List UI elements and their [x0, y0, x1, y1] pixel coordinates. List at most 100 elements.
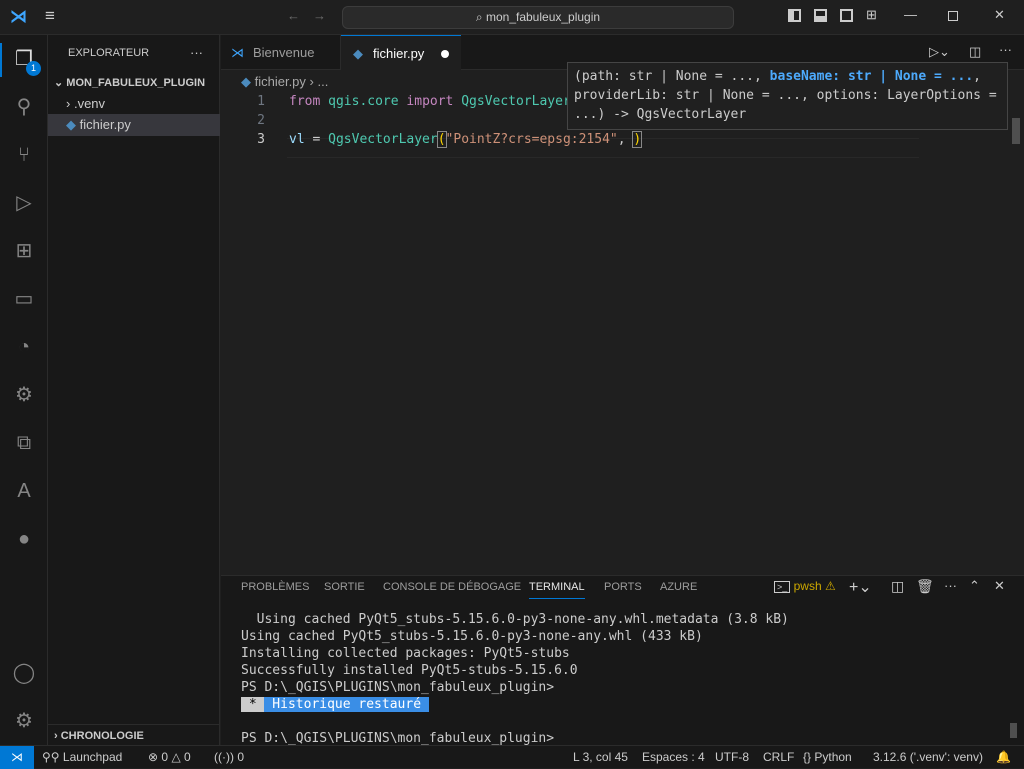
tab-terminal[interactable]: TERMINAL	[529, 581, 585, 599]
chevron-right-icon: ›	[66, 96, 74, 111]
account-icon[interactable]: ◯	[12, 661, 36, 685]
hint-text: ...) -> QgsVectorLayer	[574, 107, 747, 122]
tab-problems[interactable]: PROBLÈMES	[241, 581, 309, 593]
tab-debug-console[interactable]: CONSOLE DE DÉBOGAGE	[383, 581, 521, 593]
project-manager-icon[interactable]: ⧉	[12, 431, 36, 455]
class-name: QgsVectorLayer	[328, 132, 438, 147]
hint-text: (path: str | None = ...,	[574, 69, 770, 84]
tab-bienvenue[interactable]: ⋊ Bienvenue	[221, 35, 341, 70]
indentation[interactable]: Espaces : 4	[642, 750, 705, 764]
launchpad-button[interactable]: ⚲⚲ Launchpad	[42, 750, 122, 764]
close-icon[interactable]: ✕	[994, 7, 1005, 23]
class-name: QgsVectorLayer	[461, 94, 571, 109]
line-number: 2	[257, 113, 265, 128]
tab-fichier-py[interactable]: ◆ fichier.py	[341, 35, 461, 70]
error-count: 0	[161, 750, 169, 764]
end-of-line[interactable]: CRLF	[763, 750, 794, 764]
run-icon[interactable]: ▷⌄	[929, 44, 950, 60]
line-number: 1	[257, 94, 265, 109]
terminal-scrollbar[interactable]	[1010, 723, 1017, 738]
tab-label: Bienvenue	[253, 45, 315, 60]
terminal-prompt: PS D:\_QGIS\PLUGINS\mon_fabuleux_plugin>	[241, 731, 555, 746]
terminal-line: Using cached PyQt5_stubs-5.15.6.0-py3-no…	[241, 629, 703, 644]
toggle-secondary-sidebar-icon[interactable]	[840, 9, 853, 22]
close-panel-icon[interactable]: ✕	[994, 578, 1005, 594]
cursor-position[interactable]: L 3, col 45	[573, 750, 628, 764]
notifications-bell-icon[interactable]: 🔔	[996, 750, 1011, 764]
source-control-icon[interactable]: ⑂	[12, 143, 36, 167]
customize-layout-icon[interactable]: ⊞	[866, 7, 877, 23]
chevron-right-icon: ›	[54, 730, 61, 742]
unsaved-dot-icon[interactable]	[441, 50, 449, 58]
explorer-sidebar: EXPLORATEUR ··· ⌄ MON_FABULEUX_PLUGIN › …	[48, 35, 220, 745]
run-debug-icon[interactable]: ▷	[12, 191, 36, 215]
timeline-header[interactable]: › CHRONOLOGIE	[48, 724, 220, 746]
minimize-icon[interactable]: —	[904, 7, 917, 22]
hint-text: ,	[973, 69, 981, 84]
bottom-panel: PROBLÈMES SORTIE CONSOLE DE DÉBOGAGE TER…	[221, 575, 1024, 746]
split-terminal-icon[interactable]: ◫	[891, 578, 904, 595]
more-actions-icon[interactable]: ···	[944, 578, 957, 593]
toggle-panel-icon[interactable]	[814, 9, 827, 22]
sidebar-title: EXPLORATEUR	[68, 47, 150, 59]
test-icon[interactable]: ⚙	[12, 383, 36, 407]
remote-explorer-icon[interactable]: ▭	[12, 287, 36, 311]
azure-icon[interactable]: A	[12, 479, 36, 503]
variable: vl	[289, 132, 305, 147]
terminal-pwsh[interactable]: >_ pwsh ⚠	[774, 579, 836, 593]
editor-scrollbar[interactable]	[1012, 118, 1020, 144]
python-file-icon: ◆	[66, 117, 80, 132]
tree-item-venv[interactable]: › .venv	[48, 93, 220, 115]
folder-header[interactable]: ⌄ MON_FABULEUX_PLUGIN	[48, 73, 220, 93]
github-icon[interactable]: ●	[12, 527, 36, 551]
module: qgis.core	[328, 94, 399, 109]
tree-item-fichier[interactable]: ◆ fichier.py	[48, 114, 220, 136]
warning-icon: △	[171, 750, 181, 764]
search-label: mon_fabuleux_plugin	[485, 10, 601, 24]
maximize-panel-icon[interactable]: ⌃	[969, 578, 980, 594]
search-icon[interactable]: ⚲	[12, 95, 36, 119]
back-icon[interactable]: ←	[287, 8, 300, 23]
tree-item-label: .venv	[73, 96, 106, 111]
menu-icon[interactable]: ≡	[45, 6, 55, 26]
extensions-icon[interactable]: ⊞	[12, 239, 36, 263]
tree-item-label: fichier.py	[79, 117, 131, 132]
command-center-search[interactable]: ⌕ mon_fabuleux_plugin	[342, 6, 734, 29]
python-file-icon: ◆	[241, 74, 255, 89]
new-terminal-icon[interactable]: +⌄	[849, 577, 872, 597]
string: "PointZ?crs=epsg:2154"	[445, 132, 618, 147]
bracket: )	[632, 131, 643, 148]
more-actions-icon[interactable]: ···	[999, 42, 1012, 57]
tab-ports[interactable]: PORTS	[604, 581, 642, 593]
git-graph-icon[interactable]: ◔	[12, 335, 36, 359]
tab-azure[interactable]: AZURE	[660, 581, 697, 593]
terminal-line: Successfully installed PyQt5-stubs-5.15.…	[241, 663, 578, 678]
hint-text: providerLib: str | None = ..., options: …	[574, 88, 997, 103]
code-line-3: vl = QgsVectorLayer("PointZ?crs=epsg:215…	[289, 131, 643, 148]
settings-gear-icon[interactable]: ⚙	[12, 709, 36, 733]
restored-star: *	[241, 697, 265, 712]
maximize-icon[interactable]	[948, 11, 958, 21]
breadcrumb-rest: ...	[317, 74, 329, 89]
folder-name: MON_FABULEUX_PLUGIN	[66, 77, 206, 89]
title-bar: ⋊ ≡ ← → ⌕ mon_fabuleux_plugin ⊞ — ✕	[0, 0, 1024, 35]
ports-indicator[interactable]: ((·)) 0	[214, 750, 244, 764]
tab-output[interactable]: SORTIE	[324, 581, 365, 593]
remote-indicator-icon[interactable]: ⋊	[0, 746, 34, 769]
more-actions-button[interactable]: ···	[190, 45, 203, 60]
language-mode[interactable]: {} Python	[803, 750, 852, 764]
encoding[interactable]: UTF-8	[715, 750, 749, 764]
breadcrumb-file: fichier.py	[254, 74, 306, 89]
split-editor-icon[interactable]: ◫	[969, 44, 981, 60]
ports-count: 0	[237, 750, 245, 764]
forward-icon[interactable]: →	[313, 8, 326, 23]
explorer-badge: 1	[26, 61, 41, 76]
breadcrumb[interactable]: ◆ fichier.py › ...	[241, 74, 328, 90]
toggle-sidebar-icon[interactable]	[788, 9, 801, 22]
trash-icon[interactable]: 🗑	[916, 578, 934, 595]
python-interpreter[interactable]: 3.12.6 ('.venv': venv)	[873, 750, 983, 764]
keyword: import	[406, 94, 454, 109]
problems-indicator[interactable]: ⊗ 0 △ 0	[148, 750, 191, 764]
warning-icon: ⚠	[824, 579, 836, 593]
code-line-1: from qgis.core import QgsVectorLayer	[289, 94, 571, 109]
